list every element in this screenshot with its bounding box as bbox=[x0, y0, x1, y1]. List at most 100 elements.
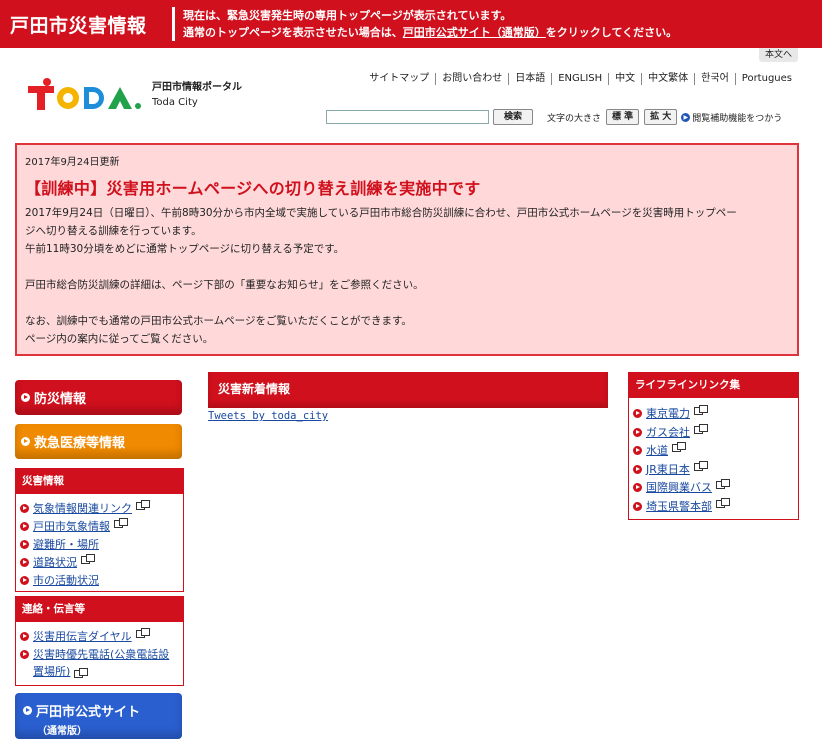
gas-company-link[interactable]: ガス会社 bbox=[646, 424, 690, 443]
arrow-bullet-icon bbox=[20, 504, 29, 513]
arrow-bullet-icon bbox=[20, 522, 29, 531]
emergency-medical-label: 救急医療等情報 bbox=[34, 436, 126, 451]
contact-message-heading: 連絡・伝言等 bbox=[16, 597, 183, 622]
utility-link-chinese-traditional[interactable]: 中文繁体 bbox=[641, 73, 694, 85]
disaster-info-panel: 災害情報 気象情報関連リンク 戸田市気象情報 避難所・場所 道路状況 市の活動状… bbox=[15, 468, 184, 592]
alert-paragraph: ジへ切り替える訓練を行っています。 bbox=[25, 225, 202, 237]
list-item: 埼玉県警本部 bbox=[633, 497, 794, 517]
kokusai-bus-link[interactable]: 国際興業バス bbox=[646, 479, 712, 498]
site-logo[interactable]: 戸田市情報ポータル Toda City bbox=[28, 76, 242, 114]
external-link-icon bbox=[136, 500, 150, 510]
accessibility-link[interactable]: 閲覧補助機能をつかう bbox=[692, 111, 782, 124]
disaster-prevention-label: 防災情報 bbox=[34, 392, 87, 407]
list-item: 災害時優先電話(公衆電話設 置場所) bbox=[20, 646, 179, 680]
alert-paragraph: 戸田市総合防災訓練の詳細は、ページ下部の「重要なお知らせ」をご参照ください。 bbox=[25, 279, 424, 291]
external-link-icon bbox=[135, 628, 150, 638]
disaster-info-heading: 災害情報 bbox=[16, 469, 183, 494]
arrow-bullet-icon bbox=[20, 632, 29, 641]
priority-phone-link-cont[interactable]: 置場所) bbox=[33, 665, 70, 678]
list-item: 東京電力 bbox=[633, 405, 794, 424]
arrow-bullet-icon bbox=[633, 483, 642, 492]
alert-title: 【訓練中】災害用ホームページへの切り替え訓練を実施中です bbox=[25, 179, 481, 198]
utility-link-sitemap[interactable]: サイトマップ bbox=[363, 73, 435, 85]
external-link-icon bbox=[694, 405, 708, 415]
external-link-icon bbox=[693, 460, 708, 471]
tepco-link[interactable]: 東京電力 bbox=[646, 405, 690, 424]
banner-message-pre: 通常のトップページを表示させたい場合は、 bbox=[183, 26, 403, 39]
font-size-large-button[interactable]: 拡 大 bbox=[644, 109, 678, 125]
alert-paragraph: 2017年9月24日（日曜日）、午前8時30分から市内全域で実施している戸田市市… bbox=[25, 207, 737, 219]
logo-text: 戸田市情報ポータル Toda City bbox=[152, 80, 242, 110]
utility-link-japanese[interactable]: 日本語 bbox=[508, 73, 551, 85]
arrow-bullet-icon bbox=[633, 501, 642, 511]
arrow-bullet-icon bbox=[633, 427, 642, 437]
list-item: 市の活動状況 bbox=[20, 572, 179, 590]
disaster-info-list: 気象情報関連リンク 戸田市気象情報 避難所・場所 道路状況 市の活動状況 bbox=[16, 494, 183, 592]
list-item: JR東日本 bbox=[633, 460, 794, 480]
list-item: 道路状況 bbox=[20, 554, 179, 572]
external-link-icon bbox=[716, 479, 730, 489]
external-link-icon bbox=[81, 554, 95, 564]
arrow-bullet-icon bbox=[20, 558, 29, 567]
search-bar: 検索 文字の大きさ 標 準 拡 大 ▶ 閲覧補助機能をつかう bbox=[326, 109, 782, 125]
tweets-link[interactable]: Tweets by toda_city bbox=[208, 410, 328, 422]
alert-paragraph: ページ内の案内に従ってご覧ください。 bbox=[25, 333, 214, 345]
banner-message-line1: 現在は、緊急災害発生時の専用トップページが表示されています。 bbox=[183, 9, 512, 22]
official-site-sublabel: （通常版） bbox=[37, 726, 87, 737]
lifeline-heading: ライフラインリンク集 bbox=[629, 373, 798, 398]
external-link-icon bbox=[694, 423, 708, 434]
utility-link-chinese[interactable]: 中文 bbox=[608, 73, 641, 85]
official-site-row: 戸田市公式サイト bbox=[23, 701, 140, 720]
portal-name: 戸田市情報ポータル bbox=[152, 82, 242, 93]
external-link-icon bbox=[716, 497, 730, 508]
city-activity-link[interactable]: 市の活動状況 bbox=[33, 572, 99, 590]
arrow-bullet-icon bbox=[633, 409, 642, 418]
list-item: 水道 bbox=[633, 442, 794, 461]
lifeline-links-panel: ライフラインリンク集 東京電力 ガス会社 水道 JR東日本 国際興業バス 埼玉県… bbox=[628, 372, 799, 520]
disaster-prevention-button[interactable]: 防災情報 bbox=[15, 380, 182, 415]
search-button[interactable]: 検索 bbox=[493, 109, 533, 125]
arrow-bullet-icon bbox=[20, 650, 29, 659]
official-site-link[interactable]: 戸田市公式サイト（通常版） bbox=[403, 26, 546, 39]
contact-message-list: 災害用伝言ダイヤル 災害時優先電話(公衆電話設 置場所) bbox=[16, 622, 183, 682]
font-size-label: 文字の大きさ bbox=[547, 113, 602, 124]
list-item: 避難所・場所 bbox=[20, 536, 179, 554]
water-link[interactable]: 水道 bbox=[646, 442, 668, 461]
utility-link-english[interactable]: ENGLISH bbox=[551, 73, 608, 85]
font-size-standard-button[interactable]: 標 準 bbox=[606, 109, 640, 125]
utility-link-korean[interactable]: 한국어 bbox=[694, 73, 735, 85]
toda-weather-link[interactable]: 戸田市気象情報 bbox=[33, 518, 110, 536]
search-input[interactable] bbox=[326, 110, 489, 124]
priority-phone-link[interactable]: 災害時優先電話(公衆電話設 bbox=[33, 648, 169, 661]
disaster-message-dial-link[interactable]: 災害用伝言ダイヤル bbox=[33, 628, 132, 646]
arrow-bullet-icon bbox=[20, 540, 29, 549]
road-status-link[interactable]: 道路状況 bbox=[33, 554, 77, 572]
arrow-bullet-icon bbox=[633, 446, 642, 455]
skip-to-content-link[interactable]: 本文へ bbox=[758, 48, 798, 62]
external-link-icon bbox=[672, 442, 686, 452]
training-alert-box: 2017年9月24日更新 【訓練中】災害用ホームページへの切り替え訓練を実施中で… bbox=[15, 143, 799, 356]
utility-nav: サイトマップ お問い合わせ 日本語 ENGLISH 中文 中文繁体 한국어 Po… bbox=[363, 73, 798, 85]
arrow-bullet-icon bbox=[21, 437, 30, 446]
list-item: 災害用伝言ダイヤル bbox=[20, 628, 179, 646]
contact-message-panel: 連絡・伝言等 災害用伝言ダイヤル 災害時優先電話(公衆電話設 置場所) bbox=[15, 596, 184, 686]
saitama-police-link[interactable]: 埼玉県警本部 bbox=[646, 498, 712, 517]
jr-east-link[interactable]: JR東日本 bbox=[646, 461, 690, 480]
emergency-medical-button[interactable]: 救急医療等情報 bbox=[15, 424, 182, 459]
alert-updated-date: 2017年9月24日更新 bbox=[25, 157, 120, 168]
banner-message: 現在は、緊急災害発生時の専用トップページが表示されています。 通常のトップページ… bbox=[183, 7, 677, 41]
utility-link-portuguese[interactable]: Portugues bbox=[734, 73, 798, 85]
alert-paragraph: 午前11時30分頃をめどに通常トップページに切り替える予定です。 bbox=[25, 243, 345, 255]
list-item: 国際興業バス bbox=[633, 479, 794, 498]
site-title: 戸田市災害情報 bbox=[10, 14, 147, 37]
evacuation-sites-link[interactable]: 避難所・場所 bbox=[33, 536, 99, 554]
lifeline-list: 東京電力 ガス会社 水道 JR東日本 国際興業バス 埼玉県警本部 bbox=[629, 398, 798, 516]
weather-links-link[interactable]: 気象情報関連リンク bbox=[33, 500, 132, 518]
utility-link-contact[interactable]: お問い合わせ bbox=[435, 73, 508, 85]
banner-message-post: をクリックしてください。 bbox=[545, 26, 678, 39]
city-name: Toda City bbox=[152, 97, 198, 108]
official-site-button[interactable]: 戸田市公式サイト （通常版） bbox=[15, 693, 182, 739]
emergency-banner: 戸田市災害情報 現在は、緊急災害発生時の専用トップページが表示されています。 通… bbox=[0, 0, 822, 48]
arrow-bullet-icon bbox=[633, 464, 642, 474]
toda-logo-icon bbox=[28, 78, 141, 110]
